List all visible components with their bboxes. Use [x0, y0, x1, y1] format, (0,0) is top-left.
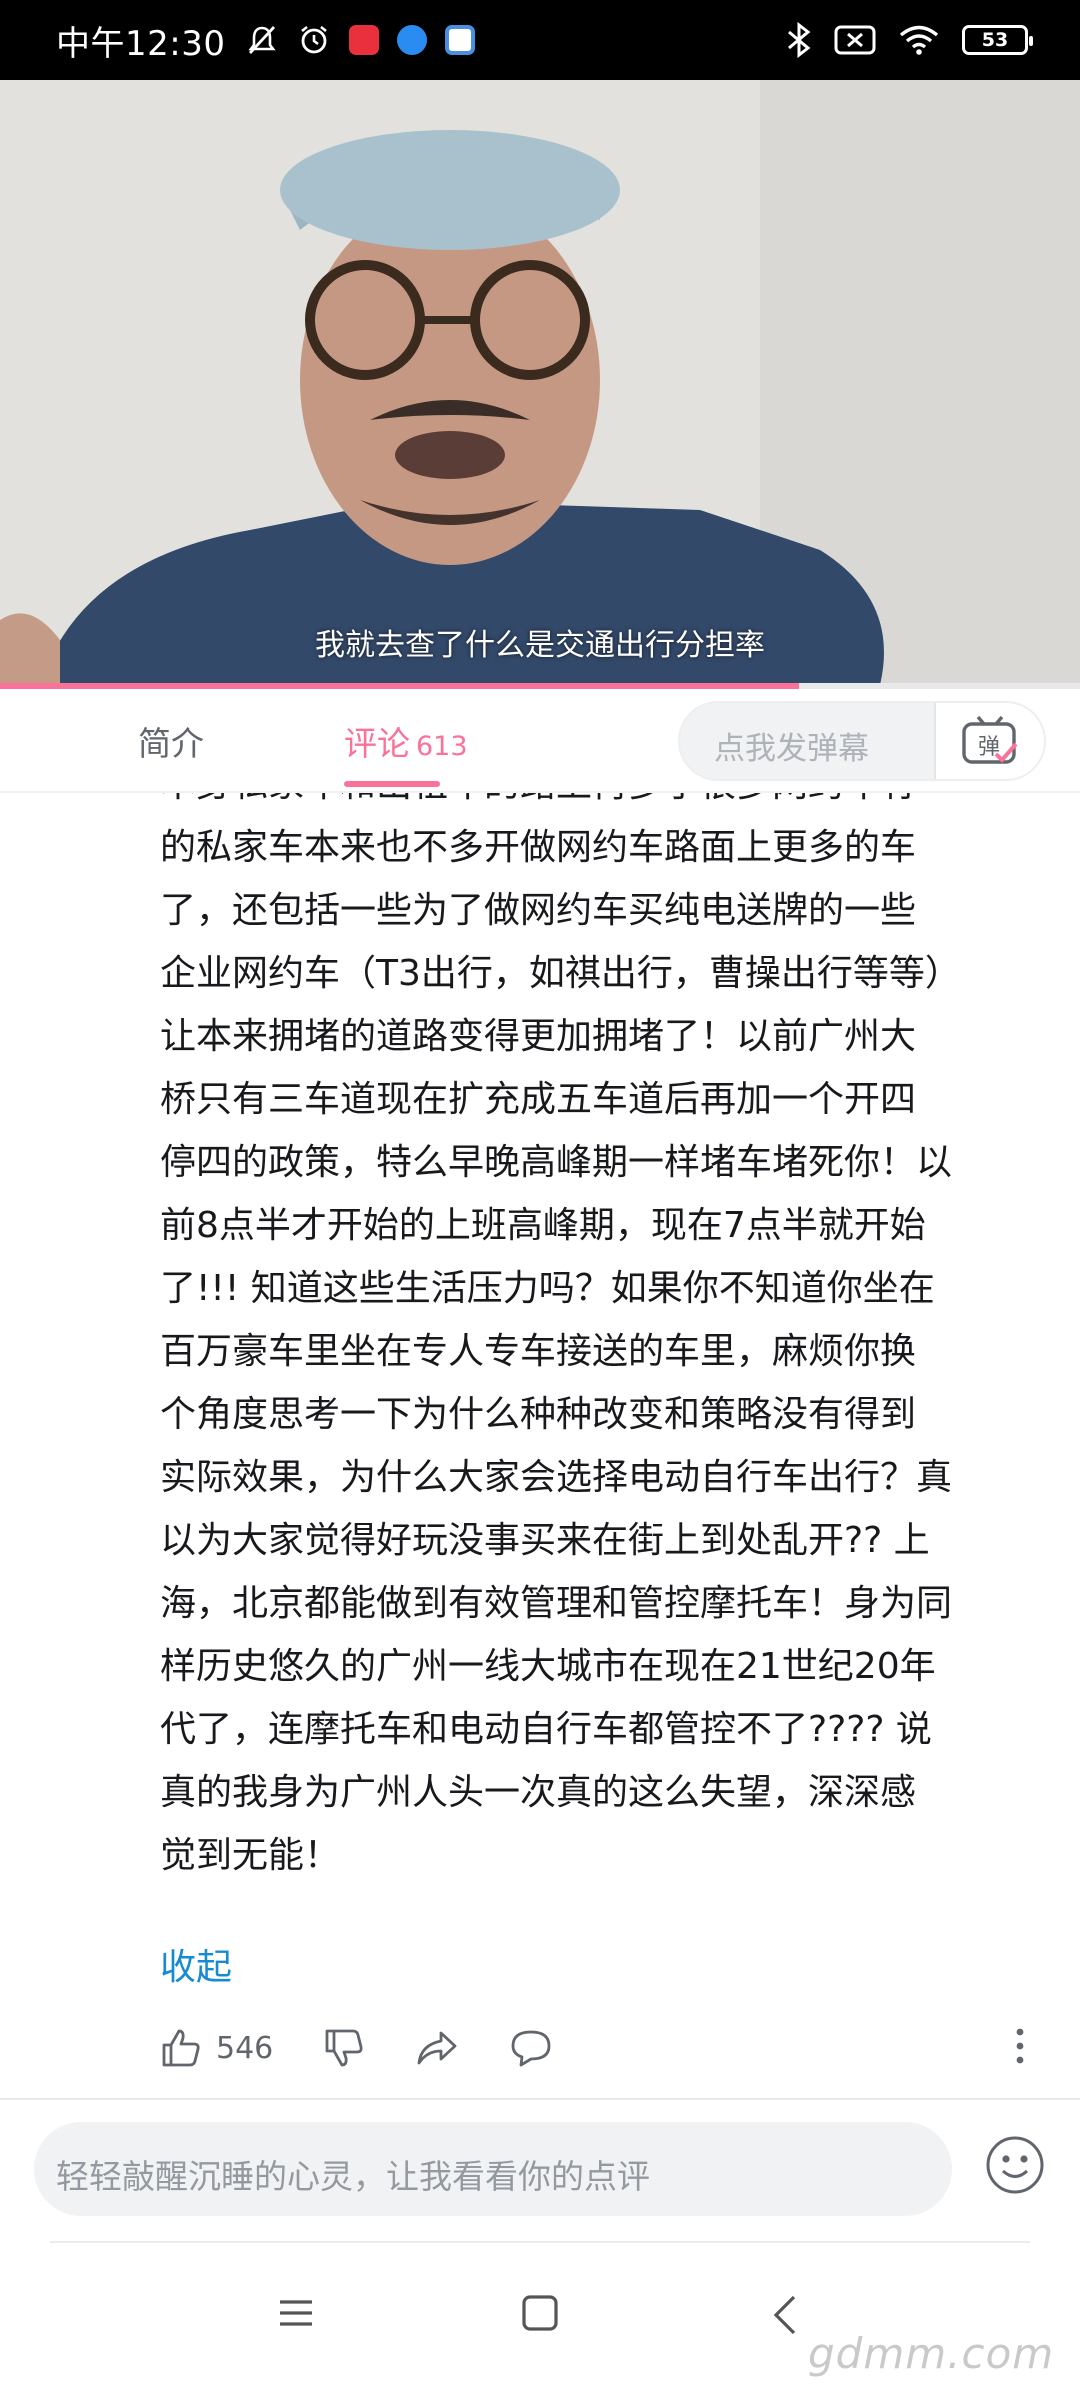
- danmaku-toggle-icon: 弹: [962, 715, 1018, 764]
- comment-line: 个角度思考一下为什么种种改变和策略没有得到: [160, 1394, 917, 1435]
- tab-active-indicator: [344, 781, 440, 787]
- danmaku-placeholder: 点我发弹幕: [714, 731, 869, 767]
- comment-line: 百万豪车里坐在专人专车接送的车里，麻烦你换: [160, 1331, 917, 1372]
- comment-count: 613: [416, 731, 468, 762]
- battery-level: 53: [981, 29, 1009, 51]
- comment-line: 了，还包括一些为了做网约车买纯电送牌的一些: [160, 890, 917, 931]
- reply-bar: 轻轻敲醒沉睡的心灵，让我看看你的点评: [0, 2100, 1080, 2248]
- like-button[interactable]: 546: [160, 2027, 273, 2069]
- comment-line: 企业网约车（T3出行，如祺出行，曹操出行等等）: [160, 953, 961, 994]
- comment-line: 真的我身为广州人头一次真的这么失望，深深感: [160, 1772, 917, 1813]
- status-bar: 中午12:30 53: [0, 0, 1080, 80]
- comment-line: 代了，连摩托车和电动自行车都管控不了???? 说: [160, 1709, 932, 1750]
- like-count: 546: [216, 2030, 274, 2066]
- status-notification-icons: [245, 23, 476, 57]
- comment-line: 本身私家车和出租车的路上再多了很多网约车有: [160, 793, 1040, 816]
- comment-actions: 546: [160, 2018, 1040, 2078]
- more-options-button[interactable]: [1014, 2026, 1026, 2070]
- reply-button[interactable]: [509, 2027, 553, 2069]
- status-time: 中午12:30: [56, 23, 226, 64]
- tab-comments[interactable]: 评论 613: [344, 717, 468, 765]
- comment-line: 觉到无能！: [160, 1835, 341, 1876]
- video-frame: [0, 80, 1080, 685]
- wifi-icon: [899, 25, 939, 55]
- more-vertical-icon: [1016, 2028, 1024, 2064]
- home-button[interactable]: [520, 2293, 560, 2337]
- video-player[interactable]: 我就去查了什么是交通出行分担率: [0, 80, 1080, 685]
- bluetooth-icon: [788, 22, 811, 58]
- tabs-bar: 简介 评论 613 点我发弹幕 弹: [0, 689, 1080, 793]
- watermark: gdmm.com: [808, 2329, 1055, 2378]
- comment-line: 的私家车本来也不多开做网约车路面上更多的车: [160, 827, 917, 868]
- emoji-icon: [986, 2136, 1044, 2194]
- comment-line: 桥只有三车道现在扩充成五车道后再加一个开四: [160, 1079, 917, 1120]
- danmaku-toggle-button[interactable]: 弹: [934, 703, 1044, 779]
- app-icon: [397, 25, 428, 55]
- home-square-icon: [522, 2295, 558, 2331]
- app-icon: [445, 25, 476, 55]
- comment-item: 本身私家车和出租车的路上再多了很多网约车有的私家车本来也不多开做网约车路面上更多…: [0, 793, 1080, 2093]
- menu-icon: [280, 2300, 312, 2326]
- mute-icon: [248, 26, 277, 54]
- comment-bubble-icon: [511, 2030, 551, 2067]
- video-subtitle: 我就去查了什么是交通出行分担率: [315, 628, 765, 663]
- emoji-button[interactable]: [984, 2134, 1046, 2200]
- dislike-button[interactable]: [323, 2027, 365, 2069]
- comment-line: 样历史悠久的广州一线大城市在现在21世纪20年: [160, 1646, 936, 1687]
- system-nav-bar: gdmm.com: [0, 2243, 1080, 2400]
- comment-line: 让本来拥堵的道路变得更加拥堵了！以前广州大: [160, 1016, 917, 1057]
- recent-apps-button[interactable]: [276, 2293, 316, 2337]
- comment-body: 本身私家车和出租车的路上再多了很多网约车有的私家车本来也不多开做网约车路面上更多…: [160, 793, 1040, 1887]
- share-icon: [417, 2031, 457, 2065]
- tab-comments-label: 评论: [344, 724, 410, 763]
- app-icon: [349, 25, 380, 55]
- alarm-icon: [301, 25, 328, 54]
- share-button[interactable]: [415, 2027, 459, 2069]
- back-button[interactable]: [770, 2293, 800, 2341]
- thumbs-down-icon: [325, 2029, 363, 2067]
- comment-line: 以为大家觉得好玩没事买来在街上到处乱开?? 上: [160, 1520, 930, 1561]
- collapse-link[interactable]: 收起: [160, 1938, 232, 1990]
- status-system-icons: 53: [786, 22, 1033, 58]
- comment-line: 海，北京都能做到有效管理和管控摩托车！身为同: [160, 1583, 953, 1624]
- sim-disabled-icon: [834, 25, 876, 55]
- reply-input[interactable]: 轻轻敲醒沉睡的心灵，让我看看你的点评: [34, 2122, 952, 2216]
- comment-line: 实际效果，为什么大家会选择电动自行车出行？真: [160, 1457, 953, 1498]
- comment-line: 了!!! 知道这些生活压力吗？如果你不知道你坐在: [160, 1268, 935, 1309]
- battery-icon: 53: [962, 25, 1033, 55]
- tab-intro[interactable]: 简介: [138, 717, 204, 765]
- reply-placeholder: 轻轻敲醒沉睡的心灵，让我看看你的点评: [56, 2157, 650, 2196]
- comment-line: 前8点半才开始的上班高峰期，现在7点半就开始: [160, 1205, 926, 1246]
- thumbs-up-icon: [162, 2029, 200, 2067]
- back-chevron-icon: [773, 2295, 796, 2335]
- danmaku-input[interactable]: 点我发弹幕 弹: [678, 701, 1046, 781]
- comment-line: 停四的政策，特么早晚高峰期一样堵车堵死你！以: [160, 1142, 953, 1183]
